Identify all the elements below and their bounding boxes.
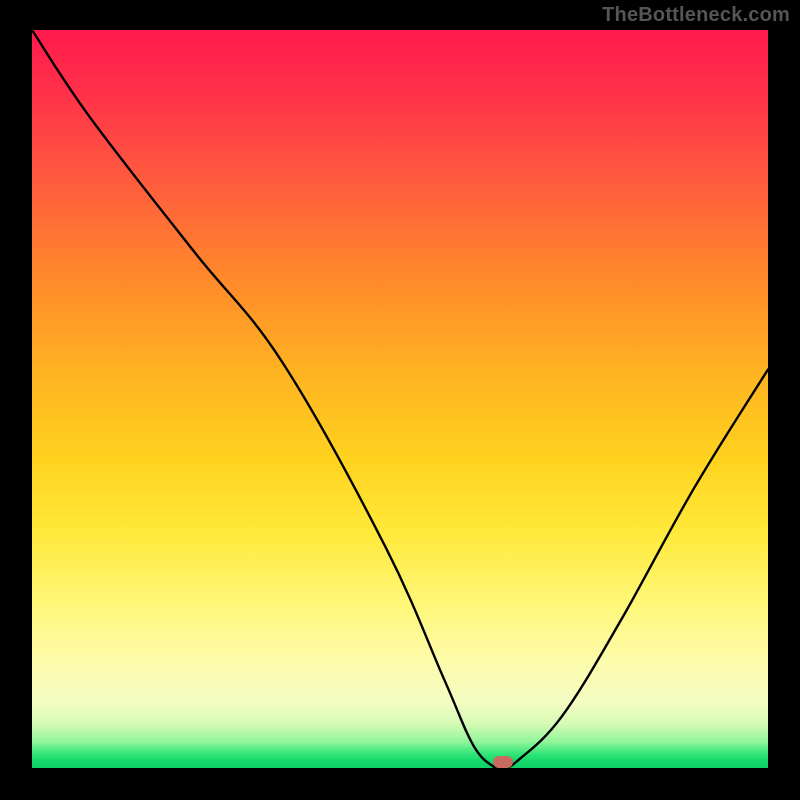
- optimal-marker: [493, 756, 513, 768]
- bottleneck-curve: [32, 30, 768, 768]
- chart-frame: TheBottleneck.com: [0, 0, 800, 800]
- watermark-text: TheBottleneck.com: [602, 4, 790, 27]
- plot-area: [32, 30, 768, 768]
